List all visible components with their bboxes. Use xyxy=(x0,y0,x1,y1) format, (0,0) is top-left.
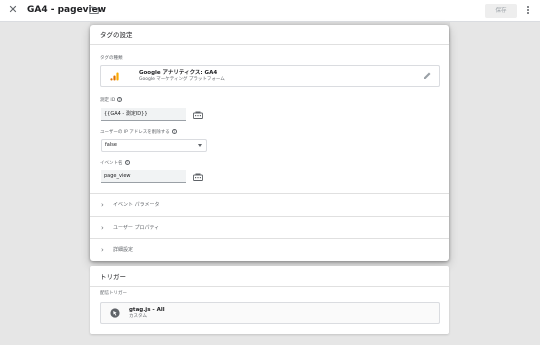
variable-picker-icon[interactable] xyxy=(192,109,204,122)
edit-icon[interactable] xyxy=(423,71,432,80)
ip-label: ユーザーの IP アドレスを削除する? xyxy=(100,129,177,136)
folder-icon[interactable] xyxy=(89,5,99,15)
divider xyxy=(90,44,449,45)
divider xyxy=(90,286,449,287)
event-name-field[interactable]: page_view xyxy=(101,170,186,183)
top-bar: ✕ GA4 - pageview 保存 xyxy=(0,0,540,22)
event-name-label: イベント名? xyxy=(100,160,130,167)
chevron-down-icon xyxy=(198,144,202,147)
section-label: イベント パラメータ xyxy=(113,202,160,208)
help-icon[interactable]: ? xyxy=(117,97,123,102)
trigger-card: トリガー 配信トリガー gtag.js - All カスタム xyxy=(90,266,449,334)
tag-config-card: タグの設定 タグの種類 Google アナリティクス: GA4 Google マ… xyxy=(90,25,449,261)
tag-type-selector[interactable]: Google アナリティクス: GA4 Google マーケティング プラットフ… xyxy=(100,65,440,87)
trigger-title: トリガー xyxy=(100,273,126,281)
tag-type-subtitle: Google マーケティング プラットフォーム xyxy=(139,77,225,82)
trigger-type: カスタム xyxy=(129,314,147,319)
tag-config-title: タグの設定 xyxy=(100,31,133,39)
save-button[interactable]: 保存 xyxy=(485,4,517,18)
chevron-right-icon: › xyxy=(101,201,104,209)
trigger-item[interactable]: gtag.js - All カスタム xyxy=(100,302,440,324)
remove-ip-select[interactable]: false xyxy=(101,139,207,152)
close-icon[interactable]: ✕ xyxy=(7,4,19,16)
event-name-label-text: イベント名 xyxy=(100,161,123,166)
chevron-right-icon: › xyxy=(101,246,104,254)
section-label: 詳細設定 xyxy=(113,247,134,253)
help-icon[interactable]: ? xyxy=(124,160,130,165)
tag-type-label: タグの種類 xyxy=(100,56,123,61)
custom-trigger-icon xyxy=(110,308,120,318)
section-label: ユーザー プロパティ xyxy=(113,225,160,231)
google-analytics-icon xyxy=(110,72,119,81)
variable-picker-icon[interactable] xyxy=(192,171,204,184)
section-event-parameters[interactable]: › イベント パラメータ xyxy=(90,194,449,216)
help-icon[interactable]: ? xyxy=(171,129,177,134)
measurement-id-field[interactable]: {{GA4 - 測定ID}} xyxy=(101,108,186,121)
chevron-right-icon: › xyxy=(101,224,104,232)
more-options-icon[interactable] xyxy=(525,5,531,16)
remove-ip-value: false xyxy=(105,142,117,148)
measurement-id-label-text: 測定 ID xyxy=(100,98,116,103)
measurement-id-label: 測定 ID? xyxy=(100,97,123,104)
firing-triggers-label: 配信トリガー xyxy=(100,291,127,296)
section-advanced-settings[interactable]: › 詳細設定 xyxy=(90,239,449,261)
section-user-properties[interactable]: › ユーザー プロパティ xyxy=(90,217,449,239)
ip-label-text: ユーザーの IP アドレスを削除する xyxy=(100,130,170,135)
